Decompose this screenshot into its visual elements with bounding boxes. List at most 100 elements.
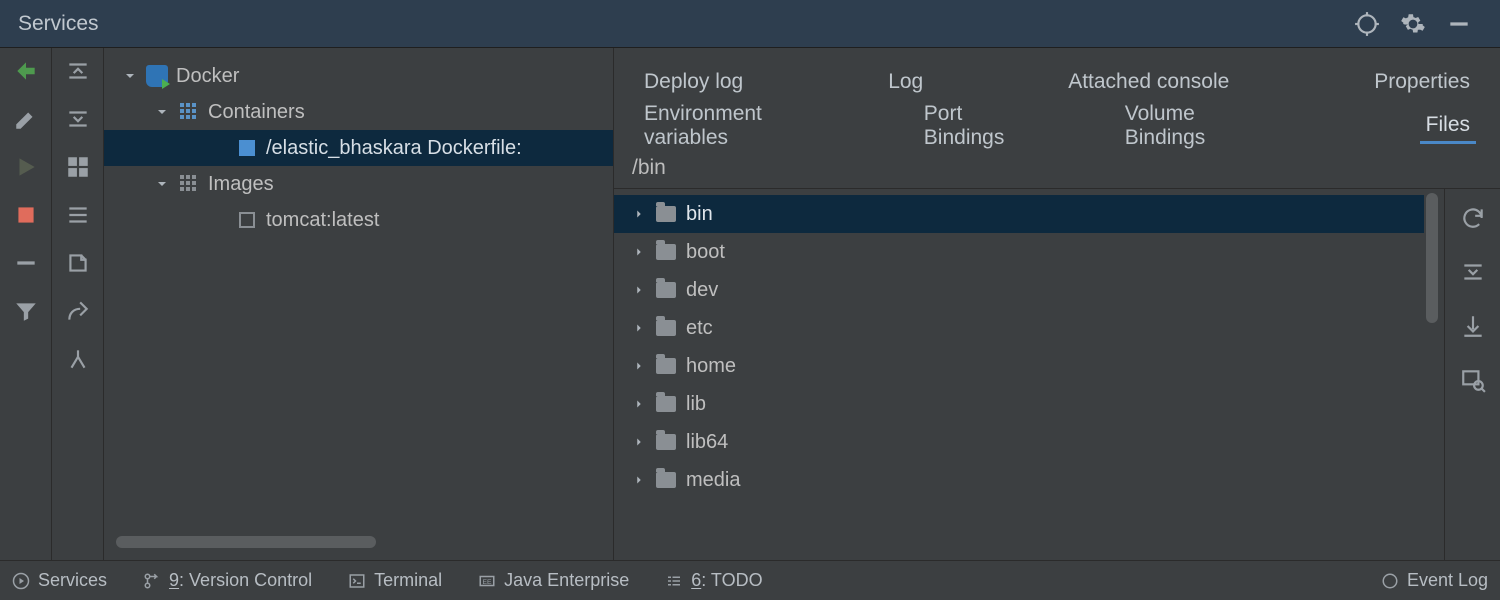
tree-node-containers[interactable]: Containers — [104, 94, 613, 130]
folder-icon — [656, 358, 676, 374]
file-name: dev — [686, 279, 718, 302]
tab-log[interactable]: Log — [882, 66, 929, 98]
tree-label: Containers — [208, 101, 305, 124]
chevron-right-icon[interactable] — [632, 435, 646, 449]
status-label: 9: Version Control — [169, 570, 312, 591]
status-label: Terminal — [374, 570, 442, 591]
vertical-scrollbar[interactable] — [1424, 193, 1440, 556]
status-event-log[interactable]: Event Log — [1381, 570, 1488, 591]
tree-node-container-selected[interactable]: /elastic_bhaskara Dockerfile: — [104, 130, 613, 166]
folder-icon — [656, 396, 676, 412]
filter-icon[interactable] — [13, 298, 39, 324]
container-icon — [236, 137, 258, 159]
tab-deploy-log[interactable]: Deploy log — [638, 66, 749, 98]
chevron-right-icon[interactable] — [632, 397, 646, 411]
panel-titlebar: Services — [0, 0, 1500, 48]
minimize-icon[interactable] — [1446, 11, 1472, 37]
panel-title: Services — [18, 12, 99, 36]
tab-attached-console[interactable]: Attached console — [1062, 66, 1235, 98]
folder-icon — [656, 244, 676, 260]
file-row[interactable]: home — [614, 347, 1424, 385]
todo-icon — [665, 572, 683, 590]
status-vcs[interactable]: 9: Version Control — [143, 570, 312, 591]
chevron-right-icon[interactable] — [632, 245, 646, 259]
chevron-right-icon[interactable] — [632, 359, 646, 373]
edit-icon[interactable] — [13, 106, 39, 132]
status-terminal[interactable]: Terminal — [348, 570, 442, 591]
left-toolbar-primary — [0, 48, 52, 560]
chevron-down-icon[interactable] — [122, 68, 138, 84]
chevron-right-icon[interactable] — [632, 283, 646, 297]
service-tree[interactable]: Docker Containers /elastic_bhaskara Dock… — [104, 48, 613, 530]
images-icon — [178, 173, 200, 195]
inspect-icon[interactable] — [1460, 367, 1486, 393]
play-circle-icon — [12, 572, 30, 590]
status-services[interactable]: Services — [12, 570, 107, 591]
tab-env[interactable]: Environment variables — [638, 98, 848, 154]
folder-icon — [656, 434, 676, 450]
folder-icon — [656, 472, 676, 488]
deploy-icon[interactable] — [13, 58, 39, 84]
status-javaee[interactable]: EE Java Enterprise — [478, 570, 629, 591]
image-icon — [236, 209, 258, 231]
link-icon[interactable] — [65, 298, 91, 324]
expand-all-icon[interactable] — [65, 58, 91, 84]
chevron-right-icon[interactable] — [632, 321, 646, 335]
file-row[interactable]: bin — [614, 195, 1424, 233]
tree-label: Images — [208, 173, 274, 196]
collapse-icon[interactable] — [13, 250, 39, 276]
status-label: 6: TODO — [691, 570, 762, 591]
status-todo[interactable]: 6: TODO — [665, 570, 762, 591]
gear-icon[interactable] — [1400, 11, 1426, 37]
tab-files[interactable]: Files — [1420, 109, 1476, 144]
collapse-all-icon[interactable] — [65, 106, 91, 132]
status-label: Services — [38, 570, 107, 591]
list-icon[interactable] — [65, 202, 91, 228]
file-name: boot — [686, 241, 725, 264]
tree-node-image[interactable]: tomcat:latest — [104, 202, 613, 238]
file-row[interactable]: dev — [614, 271, 1424, 309]
status-bar: Services 9: Version Control Terminal EE … — [0, 560, 1500, 600]
file-row[interactable]: etc — [614, 309, 1424, 347]
tree-node-docker[interactable]: Docker — [104, 58, 613, 94]
chevron-right-icon[interactable] — [632, 207, 646, 221]
docker-icon — [146, 65, 168, 87]
tab-properties[interactable]: Properties — [1368, 66, 1476, 98]
chevron-down-icon[interactable] — [154, 104, 170, 120]
collapse-tree-icon[interactable] — [1460, 259, 1486, 285]
detail-tabs: Deploy log Log Attached console Properti… — [614, 48, 1500, 148]
file-tree[interactable]: bin boot dev etc home lib lib64 media — [614, 189, 1424, 560]
folder-icon — [656, 282, 676, 298]
detail-panel: Deploy log Log Attached console Properti… — [614, 48, 1500, 560]
chevron-down-icon[interactable] — [154, 176, 170, 192]
file-name: lib64 — [686, 431, 728, 454]
terminal-icon — [348, 572, 366, 590]
tab-ports[interactable]: Port Bindings — [918, 98, 1049, 154]
tree-node-images[interactable]: Images — [104, 166, 613, 202]
open-tab-icon[interactable] — [65, 250, 91, 276]
target-icon[interactable] — [1354, 11, 1380, 37]
stop-icon[interactable] — [13, 202, 39, 228]
run-icon[interactable] — [13, 154, 39, 180]
file-row[interactable]: media — [614, 461, 1424, 499]
chevron-right-icon[interactable] — [632, 473, 646, 487]
group-icon[interactable] — [65, 154, 91, 180]
file-row[interactable]: lib — [614, 385, 1424, 423]
breadcrumb[interactable]: /bin — [614, 148, 1500, 189]
status-label: Java Enterprise — [504, 570, 629, 591]
refresh-icon[interactable] — [1460, 205, 1486, 231]
tree-label: Docker — [176, 65, 239, 88]
vcs-icon — [143, 572, 161, 590]
service-tree-pane: Docker Containers /elastic_bhaskara Dock… — [104, 48, 614, 560]
horizontal-scrollbar[interactable] — [116, 536, 601, 550]
file-row[interactable]: boot — [614, 233, 1424, 271]
branch-icon[interactable] — [65, 346, 91, 372]
file-name: media — [686, 469, 740, 492]
containers-icon — [178, 101, 200, 123]
tab-volumes[interactable]: Volume Bindings — [1119, 98, 1280, 154]
tabs-row-2: Environment variables Port Bindings Volu… — [638, 104, 1476, 148]
file-row[interactable]: lib64 — [614, 423, 1424, 461]
file-name: home — [686, 355, 736, 378]
download-icon[interactable] — [1460, 313, 1486, 339]
tree-label: /elastic_bhaskara Dockerfile: — [266, 137, 522, 160]
